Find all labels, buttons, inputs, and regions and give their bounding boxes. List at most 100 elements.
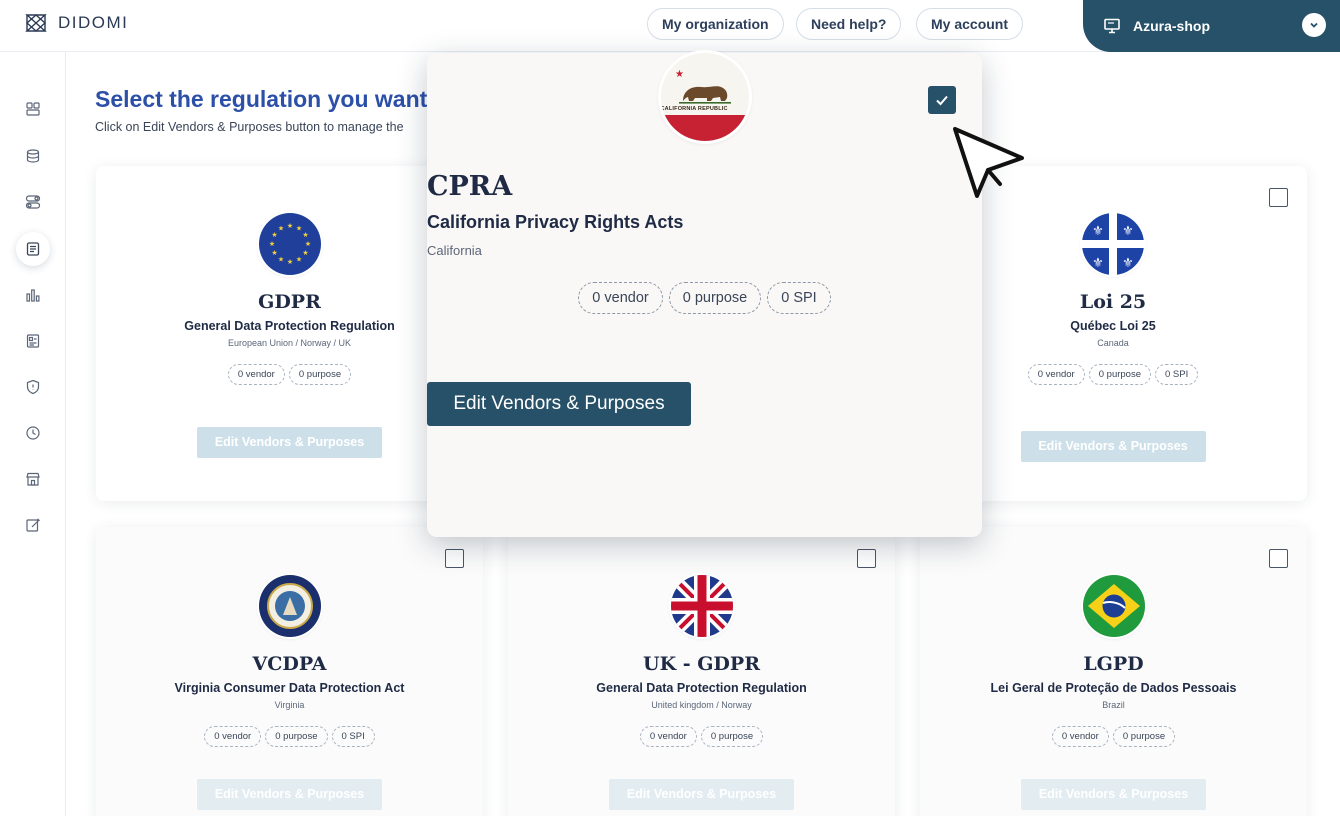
toggles-icon xyxy=(25,195,41,209)
sidebar-item-reports[interactable] xyxy=(16,324,50,358)
brazil-flag-icon xyxy=(1082,575,1145,637)
count-tags: 0 vendor 0 purpose xyxy=(508,726,895,747)
regulation-name: Virginia Consumer Data Protection Act xyxy=(174,681,405,695)
svg-text:★: ★ xyxy=(268,240,274,248)
svg-text:⚜: ⚜ xyxy=(1122,256,1134,271)
spi-count-tag: 0 SPI xyxy=(1155,364,1199,385)
edit-icon xyxy=(26,518,40,532)
regulation-code: VCDPA xyxy=(252,653,327,675)
regulation-card-gdpr[interactable]: ★ ★ ★ ★ ★ ★ ★ ★ ★ ★ ★ ★ GDPR General Data Protec… xyxy=(96,166,483,501)
regulation-code: UK - GDPR xyxy=(643,653,760,675)
shield-icon xyxy=(26,379,40,395)
svg-text:★: ★ xyxy=(277,225,283,233)
svg-text:★: ★ xyxy=(271,249,277,257)
edit-vendors-purposes-button[interactable]: Edit Vendors & Purposes xyxy=(1020,431,1206,462)
svg-text:⚜: ⚜ xyxy=(1092,224,1104,239)
select-checkbox[interactable] xyxy=(1269,549,1288,568)
svg-text:⚜: ⚜ xyxy=(1122,224,1134,239)
svg-text:★: ★ xyxy=(277,256,283,264)
regulation-card-lgpd[interactable]: LGPD Lei Geral de Proteção de Dados Pess… xyxy=(920,527,1307,816)
vendor-count-tag: 0 vendor xyxy=(1051,726,1109,747)
purpose-count-tag: 0 purpose xyxy=(288,364,352,385)
regulation-code: CPRA xyxy=(427,171,513,202)
document-list-icon xyxy=(26,242,40,256)
sidebar xyxy=(0,52,66,816)
bar-chart-icon xyxy=(26,289,40,302)
monitor-icon xyxy=(1104,18,1120,34)
select-checkbox[interactable] xyxy=(1269,188,1288,207)
california-flag-icon: ★ CALIFORNIA REPUBLIC xyxy=(660,53,749,141)
didomi-logo-icon xyxy=(25,14,47,32)
purpose-count-tag: 0 purpose xyxy=(700,726,764,747)
brand-logo[interactable]: DIDOMI xyxy=(24,11,128,35)
count-tags: 0 vendor 0 purpose 0 SPI xyxy=(427,282,982,314)
count-tags: 0 vendor 0 purpose xyxy=(920,726,1307,747)
need-help-button[interactable]: Need help? xyxy=(796,8,902,40)
sidebar-item-toggles[interactable] xyxy=(16,185,50,219)
mouse-pointer-icon xyxy=(953,127,1024,198)
virginia-seal-icon xyxy=(258,575,321,637)
purpose-count-tag: 0 purpose xyxy=(1088,364,1151,385)
eu-flag-icon: ★ ★ ★ ★ ★ ★ ★ ★ ★ ★ ★ ★ xyxy=(258,213,321,275)
page-subtitle: Click on Edit Vendors & Purposes button … xyxy=(95,120,404,134)
uk-flag-icon xyxy=(670,575,733,637)
svg-text:★: ★ xyxy=(675,69,684,80)
store-icon xyxy=(26,472,40,486)
clock-icon xyxy=(26,426,40,440)
spi-count-tag: 0 SPI xyxy=(767,282,831,314)
count-tags: 0 vendor 0 purpose 0 SPI xyxy=(96,726,483,747)
regulation-card-uk-gdpr[interactable]: UK - GDPR General Data Protection Regula… xyxy=(508,527,895,816)
regulation-region: California xyxy=(427,243,482,258)
sidebar-item-dashboard[interactable] xyxy=(16,92,50,126)
my-account-button[interactable]: My account xyxy=(916,8,1024,40)
sidebar-item-database[interactable] xyxy=(16,139,50,173)
edit-vendors-purposes-button[interactable]: Edit Vendors & Purposes xyxy=(609,779,794,810)
svg-text:★: ★ xyxy=(286,222,292,230)
organization-name: Azura-shop xyxy=(1133,18,1210,34)
count-tags: 0 vendor 0 purpose xyxy=(96,364,483,385)
purpose-count-tag: 0 purpose xyxy=(265,726,328,747)
vendor-count-tag: 0 vendor xyxy=(227,364,285,385)
purpose-count-tag: 0 purpose xyxy=(1112,726,1176,747)
svg-text:★: ★ xyxy=(304,240,310,248)
regulation-name: General Data Protection Regulation xyxy=(184,319,395,333)
page-title: Select the regulation you want xyxy=(95,86,428,112)
spi-count-tag: 0 SPI xyxy=(331,726,375,747)
sidebar-item-store[interactable] xyxy=(16,462,50,496)
sidebar-item-regulations[interactable] xyxy=(16,232,50,266)
regulation-region: European Union / Norway / UK xyxy=(227,338,352,348)
sidebar-item-analytics[interactable] xyxy=(16,278,50,312)
my-organization-button[interactable]: My organization xyxy=(647,8,784,40)
regulation-name: California Privacy Rights Acts xyxy=(427,212,684,232)
select-checkbox[interactable] xyxy=(445,549,464,568)
svg-text:★: ★ xyxy=(302,231,308,239)
select-checkbox[interactable] xyxy=(857,549,876,568)
edit-vendors-purposes-button[interactable]: Edit Vendors & Purposes xyxy=(197,779,382,810)
vendor-count-tag: 0 vendor xyxy=(204,726,262,747)
sidebar-item-history[interactable] xyxy=(16,416,50,450)
dashboard-icon xyxy=(26,102,40,116)
report-icon xyxy=(26,334,40,348)
regulation-name: Lei Geral de Proteção de Dados Pessoais xyxy=(990,681,1237,695)
regulation-code: GDPR xyxy=(258,291,321,313)
sidebar-item-privacy[interactable] xyxy=(16,370,50,404)
chevron-down-icon[interactable] xyxy=(1302,13,1326,37)
regulation-card-vcdpa[interactable]: VCDPA Virginia Consumer Data Protection … xyxy=(96,527,483,816)
sidebar-item-edit[interactable] xyxy=(16,508,50,542)
edit-vendors-purposes-button[interactable]: Edit Vendors & Purposes xyxy=(1021,779,1206,810)
regulation-card-cpra-selected[interactable]: ★ CALIFORNIA REPUBLIC CPRA California Pr… xyxy=(427,53,982,537)
vendor-count-tag: 0 vendor xyxy=(578,282,663,314)
regulation-region: United kingdom / Norway xyxy=(651,700,752,710)
purpose-count-tag: 0 purpose xyxy=(668,282,762,314)
top-header: DIDOMI My organization Need help? My acc… xyxy=(0,0,1340,52)
edit-vendors-purposes-button[interactable]: Edit Vendors & Purposes xyxy=(427,382,691,426)
quebec-flag-icon: ⚜ ⚜ ⚜ ⚜ xyxy=(1082,213,1144,275)
svg-text:★: ★ xyxy=(271,231,277,239)
edit-vendors-purposes-button[interactable]: Edit Vendors & Purposes xyxy=(197,427,382,458)
vendor-count-tag: 0 vendor xyxy=(1027,364,1085,385)
selected-checkbox[interactable] xyxy=(928,86,956,114)
organization-switcher[interactable]: Azura-shop xyxy=(1083,0,1340,52)
svg-text:★: ★ xyxy=(295,225,301,233)
brand-name: DIDOMI xyxy=(58,13,129,32)
svg-text:⚜: ⚜ xyxy=(1092,256,1104,271)
